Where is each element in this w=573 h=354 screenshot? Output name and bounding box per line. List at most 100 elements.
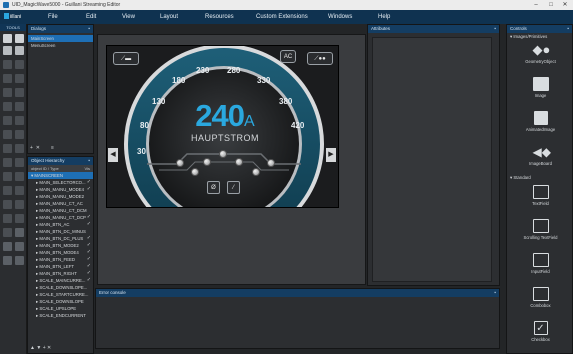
delete-tool-icon[interactable] bbox=[15, 102, 24, 111]
settings-gear-icon[interactable] bbox=[3, 256, 12, 265]
control-image[interactable]: Image bbox=[507, 77, 573, 107]
hierarchy-row[interactable]: ▸ MAIN_BTN_MODE2 ✓ bbox=[28, 242, 93, 249]
control-scrolling-textfield[interactable]: Scrolling TextField bbox=[507, 219, 573, 249]
control-inputfield[interactable]: InputField bbox=[507, 253, 573, 283]
diameter-button[interactable]: Ø bbox=[207, 181, 220, 194]
hierarchy-row[interactable]: ▸ MAIN_BTN_DC_MINUS bbox=[28, 228, 93, 235]
param-dot[interactable] bbox=[203, 158, 211, 166]
remove-object-icon[interactable]: ✕ bbox=[47, 345, 51, 351]
align-right-tool-icon[interactable] bbox=[15, 130, 24, 139]
visible-check-icon[interactable]: ✓ bbox=[87, 235, 91, 242]
unlock-tool-icon[interactable] bbox=[15, 200, 24, 209]
hierarchy-row[interactable]: ▸ MAIN_BTN_LEFT ✓ bbox=[28, 263, 93, 270]
menu-windows[interactable]: Windows bbox=[328, 10, 352, 24]
paste-tool-icon[interactable] bbox=[3, 102, 12, 111]
save-tool-icon[interactable] bbox=[3, 46, 12, 55]
column-visibility[interactable]: Vis bbox=[85, 165, 90, 172]
move-up-icon[interactable]: ▲ bbox=[30, 345, 35, 351]
snap-grid-tool-icon[interactable] bbox=[15, 228, 24, 237]
save-all-tool-icon[interactable] bbox=[15, 46, 24, 55]
visible-check-icon[interactable]: ✓ bbox=[87, 277, 91, 284]
hierarchy-row[interactable]: ▸ SCALE_ENDCURRENT bbox=[28, 312, 93, 319]
hierarchy-row[interactable]: ▸ MAIN_BTN_MODE4 ✓ bbox=[28, 249, 93, 256]
left-arrow-button[interactable]: ◀ bbox=[108, 148, 118, 162]
hierarchy-row[interactable]: ▸ MAIN_BTN_AC ✓ bbox=[28, 221, 93, 228]
new-file-tool-icon[interactable] bbox=[3, 34, 12, 43]
ac-button[interactable]: AC bbox=[280, 50, 296, 63]
hierarchy-row[interactable]: ▾ MAINSCREEN bbox=[28, 172, 93, 179]
maximize-button[interactable]: □ bbox=[544, 0, 558, 10]
param-dot[interactable] bbox=[176, 159, 184, 167]
cut-tool-icon[interactable] bbox=[3, 88, 12, 97]
menu-view[interactable]: View bbox=[122, 10, 135, 24]
hierarchy-row[interactable]: ▸ MAIN_BTN_FEED ✓ bbox=[28, 256, 93, 263]
grid-large-tool-icon[interactable] bbox=[15, 242, 24, 251]
zoom-in-tool-icon[interactable] bbox=[3, 116, 12, 125]
param-dot[interactable] bbox=[219, 150, 227, 158]
grid-small-tool-icon[interactable] bbox=[3, 242, 12, 251]
group-standard[interactable]: ▾ Standard bbox=[510, 175, 531, 181]
preview-tool-icon[interactable] bbox=[15, 256, 24, 265]
right-arrow-button[interactable]: ▶ bbox=[326, 148, 336, 162]
resize-tool-icon[interactable] bbox=[15, 60, 24, 69]
panel-pin-icon[interactable]: ▪ bbox=[494, 25, 496, 33]
dialog-item-menuscreen[interactable]: MenuScreen bbox=[28, 42, 93, 49]
visibility-tool-icon[interactable] bbox=[15, 214, 24, 223]
param-dot[interactable] bbox=[252, 168, 260, 176]
mode4-button[interactable]: ⟋●● bbox=[307, 52, 333, 65]
send-back-tool-icon[interactable] bbox=[15, 186, 24, 195]
copy-tool-icon[interactable] bbox=[15, 88, 24, 97]
hierarchy-row[interactable]: ▸ MAIN_MAINU_MODE2 bbox=[28, 193, 93, 200]
panel-pin-icon[interactable]: ▪ bbox=[88, 25, 90, 33]
lock-tool-icon[interactable] bbox=[3, 200, 12, 209]
remove-dialog-icon[interactable]: ✕ bbox=[36, 145, 40, 151]
redo-tool-icon[interactable] bbox=[15, 74, 24, 83]
open-folder-tool-icon[interactable] bbox=[15, 34, 24, 43]
visible-check-icon[interactable]: ✓ bbox=[87, 249, 91, 256]
hierarchy-row[interactable]: ▸ MAIN_MAINU_CT_AC bbox=[28, 200, 93, 207]
move-down-icon[interactable]: ▼ bbox=[36, 345, 41, 351]
control-animatedimage[interactable]: AnimatedImage bbox=[507, 111, 573, 141]
layer-tool-icon[interactable] bbox=[3, 214, 12, 223]
visible-check-icon[interactable]: ✓ bbox=[87, 263, 91, 270]
align-bottom-tool-icon[interactable] bbox=[15, 144, 24, 153]
grid-tool-icon[interactable] bbox=[3, 228, 12, 237]
menu-resources[interactable]: Resources bbox=[205, 10, 234, 24]
menu-edit[interactable]: Edit bbox=[86, 10, 96, 24]
add-object-icon[interactable]: + bbox=[43, 345, 46, 351]
visible-check-icon[interactable]: ✓ bbox=[87, 179, 91, 186]
dialog-options-icon[interactable]: ≡ bbox=[51, 145, 54, 151]
control-combobox[interactable]: Combobox bbox=[507, 287, 573, 317]
editor-canvas[interactable]: ⟋▬ AC ⟋●● ◀ ▶ 30 80 130 180 230 280 330 … bbox=[97, 34, 366, 285]
column-object-id[interactable]: object ID / Type bbox=[31, 166, 59, 171]
dialog-item-mainscreen[interactable]: MainScreen bbox=[28, 35, 93, 42]
visible-check-icon[interactable]: ✓ bbox=[87, 186, 91, 193]
panel-pin-icon[interactable]: ▪ bbox=[494, 289, 496, 297]
hierarchy-row[interactable]: ▸ SCALE_STARTCURRE... bbox=[28, 291, 93, 298]
hierarchy-row[interactable]: ▸ MAIN_MAINU_CT_DCP ✓ bbox=[28, 214, 93, 221]
visible-check-icon[interactable]: ✓ bbox=[87, 270, 91, 277]
group-images-primitives[interactable]: ▾ Images/Primitives bbox=[510, 34, 547, 40]
menu-file[interactable]: File bbox=[48, 10, 58, 24]
hierarchy-row[interactable]: ▸ MAIN_SELECTORCO... ✓ bbox=[28, 179, 93, 186]
param-dot[interactable] bbox=[267, 159, 275, 167]
hierarchy-row[interactable]: ▸ SCALE_UPSLOPE bbox=[28, 305, 93, 312]
undo-tool-icon[interactable] bbox=[3, 74, 12, 83]
distribute-h-tool-icon[interactable] bbox=[3, 158, 12, 167]
attributes-grid[interactable] bbox=[372, 37, 492, 282]
minimize-button[interactable]: – bbox=[529, 0, 543, 10]
distribute-v-tool-icon[interactable] bbox=[15, 158, 24, 167]
fraction-button[interactable]: ⁄ bbox=[227, 181, 240, 194]
menu-custom-extensions[interactable]: Custom Extensions bbox=[256, 10, 308, 24]
zoom-out-tool-icon[interactable] bbox=[15, 116, 24, 125]
visible-check-icon[interactable]: ✓ bbox=[87, 214, 91, 221]
hierarchy-row[interactable]: ▸ MAIN_MAINU_MODE4 ✓ bbox=[28, 186, 93, 193]
menu-layout[interactable]: Layout bbox=[160, 10, 178, 24]
hierarchy-row[interactable]: ▸ MAIN_MAINU_CT_DCM bbox=[28, 207, 93, 214]
move-tool-icon[interactable] bbox=[3, 60, 12, 69]
mode2-button[interactable]: ⟋▬ bbox=[113, 52, 139, 65]
visible-check-icon[interactable]: ✓ bbox=[87, 242, 91, 249]
hierarchy-row[interactable]: ▸ SCALE_MAINCURRE... ✓ bbox=[28, 277, 93, 284]
panel-pin-icon[interactable]: ▪ bbox=[88, 157, 90, 165]
control-geometryobject[interactable]: ◆● GeometryObject bbox=[507, 43, 573, 73]
